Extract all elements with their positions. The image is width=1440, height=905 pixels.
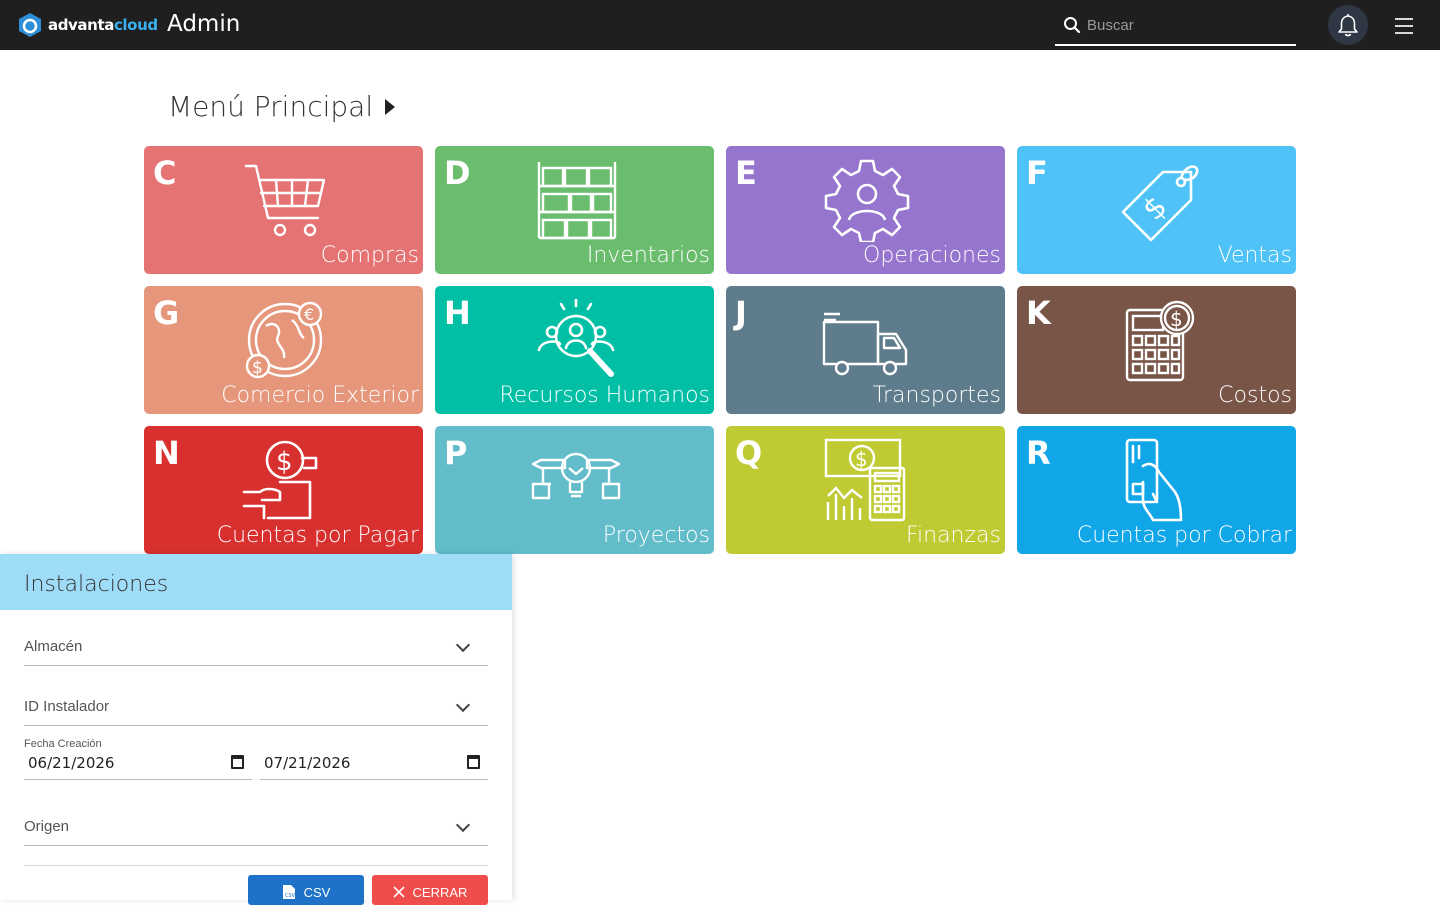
logo-text-accent: cloud — [113, 16, 158, 34]
app-title: Admin — [167, 11, 241, 37]
search-icon — [1064, 17, 1081, 34]
csv-button[interactable]: CSV CSV — [248, 875, 364, 905]
menu-bar-icon — [1395, 25, 1413, 27]
chevron-down-icon — [455, 817, 471, 833]
tile-cuentas-por-pagar[interactable]: N $ Cuentas por Pagar — [144, 426, 423, 554]
menu-bar-icon — [1395, 18, 1413, 20]
tile-letter: P — [444, 434, 468, 472]
advantacloud-logo-icon — [19, 13, 41, 37]
tile-label: Operaciones — [863, 243, 1001, 268]
close-button[interactable]: CERRAR — [372, 875, 488, 905]
tile-letter: E — [735, 154, 757, 192]
origen-select[interactable]: Origen — [24, 816, 488, 846]
tile-label: Finanzas — [905, 523, 1001, 548]
hamburger-menu-button[interactable] — [1392, 15, 1416, 37]
svg-text:$: $ — [855, 447, 868, 471]
panel-header: Instalaciones — [0, 554, 512, 610]
almacen-label: Almacén — [24, 638, 83, 655]
globe-currency-icon: € $ — [245, 301, 323, 379]
fecha-desde-input[interactable]: 06/21/2026 — [24, 750, 252, 780]
tile-label: Recursos Humanos — [499, 383, 710, 408]
tile-letter: Q — [735, 434, 763, 472]
tile-label: Cuentas por Pagar — [216, 523, 419, 548]
tile-compras[interactable]: C Compras — [144, 146, 423, 274]
fecha-hasta-value: 07/21/2026 — [264, 754, 351, 772]
tile-label: Cuentas por Cobrar — [1076, 523, 1292, 548]
people-search-icon — [537, 298, 615, 377]
panel-title: Instalaciones — [24, 572, 169, 597]
price-tag-icon: $ — [1121, 165, 1199, 242]
tile-costos[interactable]: K $ Costos — [1017, 286, 1296, 414]
svg-text:$: $ — [252, 358, 263, 378]
tile-label: Ventas — [1217, 243, 1292, 268]
tile-operaciones[interactable]: E Operaciones — [726, 146, 1005, 274]
tile-inventarios[interactable]: D Inventarios — [435, 146, 714, 274]
tile-label: Compras — [320, 243, 419, 268]
tile-letter: D — [444, 154, 471, 192]
shopping-cart-icon — [244, 164, 326, 237]
almacen-select[interactable]: Almacén — [24, 636, 488, 666]
calculator-dollar-icon: $ — [1125, 300, 1195, 382]
tile-letter: C — [153, 154, 177, 192]
finance-calculator-icon: $ — [824, 438, 906, 522]
caret-right-icon — [385, 98, 396, 115]
tile-label: Inventarios — [586, 243, 710, 268]
notifications-button[interactable] — [1328, 5, 1368, 45]
tile-cuentas-por-cobrar[interactable]: R Cuentas por Cobrar — [1017, 426, 1296, 554]
hand-card-icon — [1125, 438, 1183, 522]
hand-payment-icon: $ — [242, 440, 318, 520]
truck-icon — [822, 312, 908, 376]
page-title-text: Menú Principal — [168, 90, 374, 123]
bell-icon — [1338, 13, 1358, 37]
panel-divider — [24, 865, 488, 866]
csv-file-icon: CSV — [282, 885, 296, 899]
tile-label: Transportes — [872, 383, 1001, 408]
tile-letter: K — [1026, 294, 1051, 332]
close-icon — [392, 886, 405, 898]
instalador-select[interactable]: ID Instalador — [24, 696, 488, 726]
instalador-label: ID Instalador — [24, 698, 110, 715]
tile-letter: R — [1026, 434, 1051, 472]
gear-person-icon — [824, 159, 910, 242]
search-box — [1055, 7, 1296, 46]
calendar-icon[interactable] — [231, 755, 244, 769]
tile-recursos-humanos[interactable]: H Recursos Humanos — [435, 286, 714, 414]
csv-button-label: CSV — [303, 884, 331, 900]
fecha-desde-value: 06/21/2026 — [28, 754, 115, 772]
svg-text:€: € — [304, 305, 314, 324]
tile-letter: F — [1026, 154, 1048, 192]
tile-label: Proyectos — [602, 523, 710, 548]
tile-letter: G — [153, 294, 180, 332]
tile-transportes[interactable]: J Transportes — [726, 286, 1005, 414]
fecha-creacion-label: Fecha Creación — [24, 738, 102, 750]
tile-letter: N — [153, 434, 180, 472]
tile-letter: H — [444, 294, 471, 332]
page-title: Menú Principal — [168, 90, 396, 123]
logo-text-primary: advanta — [48, 16, 114, 34]
top-bar: advantacloud Admin — [0, 0, 1440, 50]
calendar-icon[interactable] — [467, 755, 480, 769]
app-logo[interactable]: advantacloud — [16, 11, 158, 39]
tile-finanzas[interactable]: Q $ Finanzas — [726, 426, 1005, 554]
chevron-down-icon — [455, 637, 471, 653]
svg-text:CSV: CSV — [285, 893, 296, 899]
menu-bar-icon — [1395, 32, 1413, 34]
chevron-down-icon — [455, 697, 471, 713]
tile-proyectos[interactable]: P Proyectos — [435, 426, 714, 554]
tile-comercio-exterior[interactable]: G € $ Comercio Exterior — [144, 286, 423, 414]
tile-label: Costos — [1218, 383, 1292, 408]
tile-label: Comercio Exterior — [221, 383, 419, 408]
lightbulb-project-icon — [531, 452, 621, 500]
svg-text:$: $ — [1170, 307, 1183, 331]
close-button-label: CERRAR — [412, 884, 468, 900]
svg-text:$: $ — [276, 447, 293, 477]
origen-label: Origen — [24, 818, 70, 835]
fecha-hasta-input[interactable]: 07/21/2026 — [260, 750, 488, 780]
search-input[interactable] — [1087, 13, 1287, 37]
tile-letter: J — [735, 294, 747, 332]
tile-ventas[interactable]: F $ Ventas — [1017, 146, 1296, 274]
instalaciones-panel: Instalaciones Almacén ID Instalador Fech… — [0, 554, 512, 905]
warehouse-boxes-icon — [537, 162, 617, 240]
